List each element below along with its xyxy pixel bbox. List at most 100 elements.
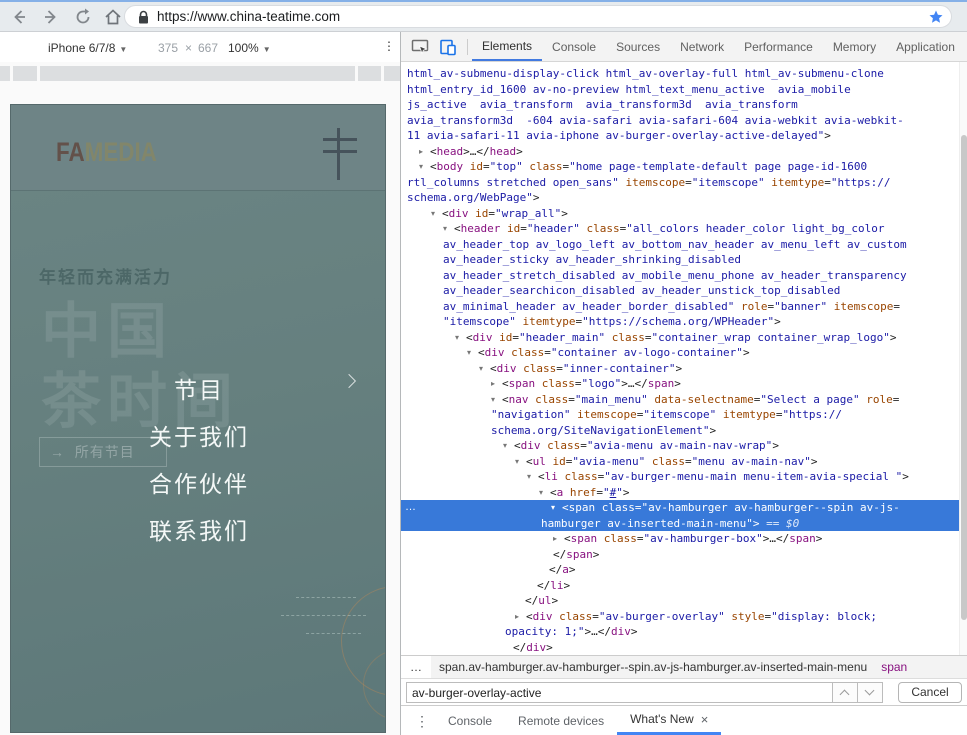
elements-tree-line[interactable]: "navigation" itemscope="itemscope" itemt… (401, 407, 959, 423)
home-icon[interactable] (102, 6, 124, 28)
scrollbar-track[interactable] (959, 62, 967, 655)
elements-tree-line[interactable]: schema.org/WebPage"> (401, 190, 959, 206)
hamburger-menu-icon[interactable] (11, 105, 385, 191)
drawer-tab-console[interactable]: Console (435, 706, 505, 735)
toggle-device-toolbar-icon[interactable] (439, 38, 457, 56)
elements-tree-line[interactable]: </span> (401, 547, 959, 563)
chevron-down-icon: ▼ (262, 45, 271, 54)
viewport-width[interactable]: 375 (158, 41, 178, 55)
elements-tree-line[interactable]: html_av-submenu-display-click html_av-ov… (401, 66, 959, 82)
elements-tree-line[interactable]: ▸ <head>…</head> (401, 144, 959, 160)
elements-tree-line[interactable]: opacity: 1;">…</div> (401, 624, 959, 640)
chevron-down-icon (864, 685, 875, 696)
elements-tree-line[interactable]: av_header_searchicon_disabled av_header_… (401, 283, 959, 299)
elements-tree-line[interactable]: av_header_sticky av_header_shrinking_dis… (401, 252, 959, 268)
elements-tree-line[interactable]: "itemscope" itemtype="https://schema.org… (401, 314, 959, 330)
nav-menu-item[interactable]: 联系我们 (11, 512, 385, 546)
elements-tree-line[interactable]: ▾ <nav class="main_menu" data-selectname=… (401, 392, 959, 408)
breadcrumb-item[interactable]: span (875, 660, 913, 674)
device-toolbar-menu-icon[interactable]: ⋮ (383, 39, 395, 53)
zoom-select[interactable]: 100% ▼ (228, 41, 271, 55)
elements-tree-line[interactable]: ▾ <div class="container av-logo-container… (401, 345, 959, 361)
elements-tree-line[interactable]: avia_transform3d -604 avia-safari avia-s… (401, 113, 959, 129)
elements-tree-line[interactable]: hamburger av-inserted-main-menu"> == $0 (401, 515, 959, 531)
drawer-menu-icon[interactable]: ⋮ (415, 706, 435, 735)
nav-menu-item[interactable]: 合作伙伴 (11, 465, 385, 499)
tab-network[interactable]: Network (670, 33, 734, 61)
dimensions-times: × (185, 41, 193, 55)
elements-tree-line[interactable]: … ▾ <span class="av-hamburger av-hamburger… (401, 500, 959, 516)
device-viewport: FAMEDIA 年轻而充满活力 中国 茶时间 → 所有节目 节目 关于我们 合作伙伴… (10, 104, 386, 733)
elements-tree-line[interactable]: ▾ <div id="wrap_all"> (401, 206, 959, 222)
elements-tree-line[interactable]: av_header_stretch_disabled av_mobile_men… (401, 268, 959, 284)
inspect-element-icon[interactable] (411, 38, 429, 56)
devtools-tabbar: Elements Console Sources Network Performance… (401, 32, 967, 62)
drawer-tab-label: Remote devices (518, 713, 605, 728)
media-query-bar[interactable] (0, 66, 400, 82)
lock-icon (137, 10, 150, 30)
search-next-button[interactable] (858, 682, 883, 703)
forward-icon[interactable] (40, 6, 62, 28)
elements-tree-line[interactable]: ▸ <div class="av-burger-overlay" style="d… (401, 609, 959, 625)
elements-tree-line[interactable]: ▸ <span class="av-hamburger-box">…</span> (401, 531, 959, 547)
screen: https://www.china-teatime.com iPhone 6/7… (0, 0, 967, 735)
cancel-button[interactable]: Cancel (898, 682, 962, 703)
tab-sources[interactable]: Sources (606, 33, 670, 61)
elements-tree-line[interactable]: ▾ <header id="header" class="all_colors h… (401, 221, 959, 237)
tab-console[interactable]: Console (542, 33, 606, 61)
drawer-tab-label: What's New (630, 711, 694, 726)
bookmark-star-icon[interactable] (928, 9, 944, 30)
elements-tree-line[interactable]: ▾ <ul id="avia-menu" class="menu av-main-… (401, 454, 959, 470)
elements-tree-line[interactable]: av_header_top av_logo_left av_bottom_nav… (401, 237, 959, 253)
scrollbar-thumb[interactable] (961, 135, 967, 620)
close-icon[interactable]: × (701, 706, 709, 733)
back-icon[interactable] (8, 6, 30, 28)
elements-tree-line[interactable]: </ul> (401, 593, 959, 609)
nav-menu-item[interactable]: 关于我们 (11, 418, 385, 452)
device-emulation-pane: iPhone 6/7/8 ▼ 375 × 667 100% ▼ ⋮ FAMEDIA (0, 32, 400, 735)
elements-tree-line[interactable]: html_entry_id_1600 av-no-preview html_te… (401, 82, 959, 98)
elements-tree-line[interactable]: ▸ <span class="logo">…</span> (401, 376, 959, 392)
url-bar[interactable]: https://www.china-teatime.com (124, 5, 952, 28)
elements-tree-line[interactable]: 11 avia-safari-11 avia-iphone av-burger-… (401, 128, 959, 144)
breadcrumb-item[interactable]: span.av-hamburger.av-hamburger--spin.av-… (431, 660, 875, 674)
elements-tree-line[interactable]: av_minimal_header av_header_border_disab… (401, 299, 959, 315)
tab-elements[interactable]: Elements (472, 33, 543, 61)
viewport-height[interactable]: 667 (198, 41, 218, 55)
tab-performance[interactable]: Performance (734, 33, 823, 61)
elements-tree: html_av-submenu-display-click html_av-ov… (401, 62, 959, 655)
elements-tree-line[interactable]: js_active avia_transform avia_transform3… (401, 97, 959, 113)
elements-tree-line[interactable]: rtl_columns stretched open_sans" itemsco… (401, 175, 959, 191)
tab-memory[interactable]: Memory (823, 33, 886, 61)
device-toolbar: iPhone 6/7/8 ▼ 375 × 667 100% ▼ ⋮ (0, 32, 400, 62)
search-input[interactable] (406, 682, 833, 703)
chevron-up-icon (839, 689, 850, 700)
browser-toolbar: https://www.china-teatime.com (0, 0, 967, 32)
decor-dash (281, 615, 366, 616)
elements-tree-line[interactable]: ▾ <div id="header_main" class="container_… (401, 330, 959, 346)
elements-tree-line[interactable]: ▾ <body id="top" class="home page-templat… (401, 159, 959, 175)
decor-dash (306, 633, 361, 634)
reload-icon[interactable] (72, 6, 94, 28)
elements-tree-line[interactable]: schema.org/SiteNavigationElement"> (401, 423, 959, 439)
elements-tree-line[interactable]: </li> (401, 578, 959, 594)
elements-tree-line[interactable]: ▾ <div class="inner-container"> (401, 361, 959, 377)
drawer-tab-remote-devices[interactable]: Remote devices (505, 706, 617, 735)
elements-tree-line[interactable]: ▾ <a href="#"> (401, 485, 959, 501)
elements-tree-line[interactable]: ▾ <li class="av-burger-menu-main menu-ite… (401, 469, 959, 485)
elements-tree-line[interactable]: </a> (401, 562, 959, 578)
device-select[interactable]: iPhone 6/7/8 ▼ (48, 41, 127, 55)
decor-dash (296, 597, 356, 598)
elements-tree-line[interactable]: </div> (401, 640, 959, 656)
chevron-down-icon: ▼ (119, 45, 128, 54)
devtools-drawer: ⋮ Console Remote devices What's New × (401, 705, 967, 735)
drawer-tab-what-s-new[interactable]: What's New × (617, 706, 722, 735)
divider (467, 38, 468, 55)
site-header: FAMEDIA (11, 105, 385, 191)
elements-tree-line[interactable]: ▾ <div class="avia-menu av-main-nav-wrap"… (401, 438, 959, 454)
nav-menu-item[interactable]: 节目 (11, 371, 385, 405)
tab-application[interactable]: Application (886, 33, 965, 61)
search-previous-button[interactable] (833, 682, 858, 703)
url-text: https://www.china-teatime.com (157, 9, 341, 24)
breadcrumb-item[interactable]: … (401, 656, 431, 678)
